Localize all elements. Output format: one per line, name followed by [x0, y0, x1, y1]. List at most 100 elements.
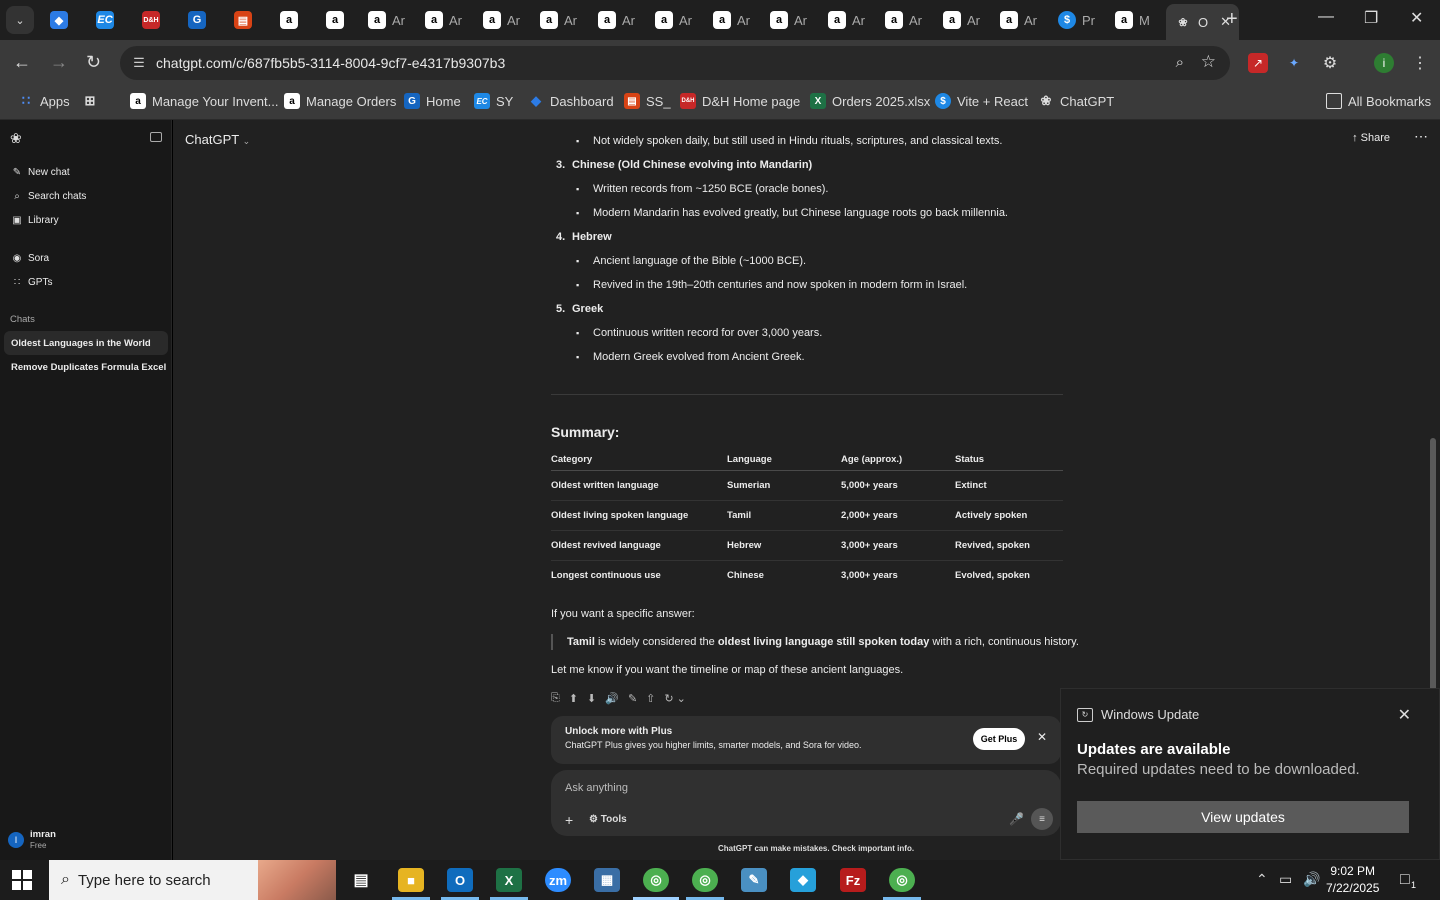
- model-selector[interactable]: ChatGPT ⌄: [185, 132, 250, 147]
- site-info-icon[interactable]: ☰: [130, 54, 148, 72]
- browser-tab[interactable]: a: [280, 6, 298, 34]
- calculator-icon[interactable]: ▦: [594, 868, 620, 892]
- microphone-icon[interactable]: 🎤: [1009, 812, 1024, 826]
- chrome-profile-icon[interactable]: ◎: [692, 868, 718, 892]
- regenerate-icon[interactable]: ↻ ⌄: [664, 692, 686, 705]
- reload-button[interactable]: ↻: [86, 52, 101, 73]
- chat-item-oldest-languages[interactable]: Oldest Languages in the World: [4, 331, 168, 355]
- share-button[interactable]: ↑ Share: [1352, 132, 1390, 144]
- bookmark-item[interactable]: X Orders 2025.xlsx: [810, 93, 930, 109]
- bookmark-item[interactable]: ▤ SS_: [624, 93, 671, 109]
- user-avatar[interactable]: I: [8, 832, 24, 848]
- browser-tab[interactable]: a Ar: [483, 6, 520, 34]
- network-icon[interactable]: ▭: [1279, 871, 1292, 888]
- library-button[interactable]: ▣ Library: [12, 215, 58, 226]
- browser-tab[interactable]: EC: [96, 6, 114, 34]
- chrome-icon[interactable]: ◎: [643, 868, 669, 892]
- browser-tab[interactable]: a Ar: [1000, 6, 1037, 34]
- maximize-button[interactable]: ❐: [1364, 8, 1378, 28]
- search-chats-button[interactable]: ⌕ Search chats: [12, 191, 86, 202]
- voice-mode-icon[interactable]: ≡: [1031, 808, 1053, 830]
- bookmark-item[interactable]: EC SY: [474, 93, 513, 109]
- bookmark-item[interactable]: ∷ Apps: [18, 93, 70, 109]
- browser-tab[interactable]: ▤: [234, 6, 252, 34]
- file-explorer-icon[interactable]: ■: [398, 868, 424, 892]
- close-icon[interactable]: ✕: [1398, 705, 1411, 725]
- close-icon[interactable]: ✕: [1037, 730, 1047, 744]
- zoom-app-icon[interactable]: zm: [545, 868, 571, 892]
- openai-logo-icon[interactable]: ❀: [10, 130, 22, 147]
- view-updates-button[interactable]: View updates: [1077, 801, 1409, 833]
- thumbs-down-icon[interactable]: ⬇: [587, 692, 596, 705]
- gpts-button[interactable]: ∷ GPTs: [12, 277, 53, 288]
- tools-button[interactable]: ⚙ Tools: [589, 814, 627, 825]
- system-clock[interactable]: 9:02 PM 7/22/2025: [1326, 863, 1379, 897]
- browser-tab[interactable]: ◆: [50, 6, 68, 34]
- bookmark-item[interactable]: $ Vite + React: [935, 93, 1028, 109]
- browser-tab[interactable]: a Ar: [713, 6, 750, 34]
- bookmark-item[interactable]: ◆ Dashboard: [528, 93, 614, 109]
- read-aloud-icon[interactable]: 🔊: [605, 692, 619, 705]
- new-tab-button[interactable]: +: [1226, 8, 1238, 31]
- extensions-icon[interactable]: ⚙: [1320, 53, 1340, 73]
- get-plus-button[interactable]: Get Plus: [973, 728, 1025, 750]
- new-chat-button[interactable]: ✎ New chat: [12, 167, 70, 178]
- forward-button[interactable]: →: [50, 52, 68, 73]
- excel-icon[interactable]: X: [496, 868, 522, 892]
- show-hidden-icons[interactable]: ⌃: [1256, 871, 1268, 888]
- tab-search-dropdown[interactable]: ⌄: [6, 6, 34, 34]
- browser-tab[interactable]: $ Pr: [1058, 6, 1095, 34]
- windows-start-icon[interactable]: [12, 870, 32, 890]
- profile-avatar[interactable]: i: [1374, 53, 1394, 73]
- bookmark-item[interactable]: G Home: [404, 93, 461, 109]
- edit-in-canvas-icon[interactable]: ✎: [628, 692, 637, 705]
- browser-tab[interactable]: a Ar: [425, 6, 462, 34]
- browser-tab[interactable]: a: [326, 6, 344, 34]
- bookmark-item[interactable]: D&H D&H Home page: [680, 93, 800, 109]
- taskbar-search-input[interactable]: Type here to search: [78, 872, 211, 889]
- browser-menu-icon[interactable]: ⋮: [1410, 53, 1430, 73]
- close-window-button[interactable]: ✕: [1410, 8, 1423, 28]
- browser-tab[interactable]: a Ar: [598, 6, 635, 34]
- back-button[interactable]: ←: [13, 52, 31, 73]
- bookmark-item[interactable]: a Manage Your Invent...: [130, 93, 278, 109]
- minimize-button[interactable]: —: [1318, 8, 1334, 26]
- thumbs-up-icon[interactable]: ⬆: [569, 692, 578, 705]
- message-composer[interactable]: Ask anything + ⚙ Tools 🎤 ≡: [551, 770, 1061, 836]
- user-name[interactable]: imran: [30, 829, 56, 840]
- extension-pdf-icon[interactable]: ↗: [1248, 53, 1268, 73]
- sidebar-toggle-icon[interactable]: [150, 132, 162, 142]
- bookmark-item[interactable]: a Manage Orders: [284, 93, 396, 109]
- add-attachment-icon[interactable]: +: [565, 812, 573, 828]
- notification-center-icon[interactable]: □: [1400, 871, 1410, 889]
- bookmark-item[interactable]: ❀ ChatGPT: [1038, 93, 1115, 109]
- browser-tab[interactable]: a Ar: [770, 6, 807, 34]
- browser-tab[interactable]: D&H: [142, 6, 160, 34]
- task-view-icon[interactable]: ▤: [348, 868, 374, 892]
- composer-input[interactable]: Ask anything: [565, 782, 628, 794]
- filezilla-icon[interactable]: Fz: [840, 868, 866, 892]
- sora-button[interactable]: ◉ Sora: [12, 253, 50, 264]
- share-message-icon[interactable]: ⇧: [646, 692, 655, 705]
- chat-item-remove-duplicates[interactable]: Remove Duplicates Formula Excel: [4, 355, 168, 379]
- browser-tab[interactable]: a Ar: [368, 6, 405, 34]
- browser-tab[interactable]: G: [188, 6, 206, 34]
- address-bar[interactable]: ☰ chatgpt.com/c/687fb5b5-3114-8004-9cf7-…: [120, 46, 1230, 80]
- taskbar-search[interactable]: ⌕ Type here to search: [49, 860, 336, 900]
- extension-puzzle-blue-icon[interactable]: ✦: [1284, 53, 1304, 73]
- browser-tab[interactable]: a Ar: [655, 6, 692, 34]
- browser-tab[interactable]: a Ar: [828, 6, 865, 34]
- browser-tab[interactable]: aM: [1115, 6, 1150, 34]
- browser-tab[interactable]: a Ar: [885, 6, 922, 34]
- app-diamond-icon[interactable]: ◆: [790, 868, 816, 892]
- zoom-icon[interactable]: ⌕: [1176, 54, 1184, 71]
- more-options-icon[interactable]: ⋯: [1414, 128, 1428, 145]
- bookmark-star-icon[interactable]: ☆: [1201, 52, 1216, 72]
- outlook-icon[interactable]: O: [447, 868, 473, 892]
- notepad-icon[interactable]: ✎: [741, 868, 767, 892]
- copy-icon[interactable]: ⎘: [551, 692, 560, 705]
- browser-tab[interactable]: a Ar: [540, 6, 577, 34]
- chrome-alt-icon[interactable]: ◎: [889, 868, 915, 892]
- volume-icon[interactable]: 🔊: [1303, 871, 1320, 888]
- all-bookmarks[interactable]: All Bookmarks: [1326, 93, 1431, 109]
